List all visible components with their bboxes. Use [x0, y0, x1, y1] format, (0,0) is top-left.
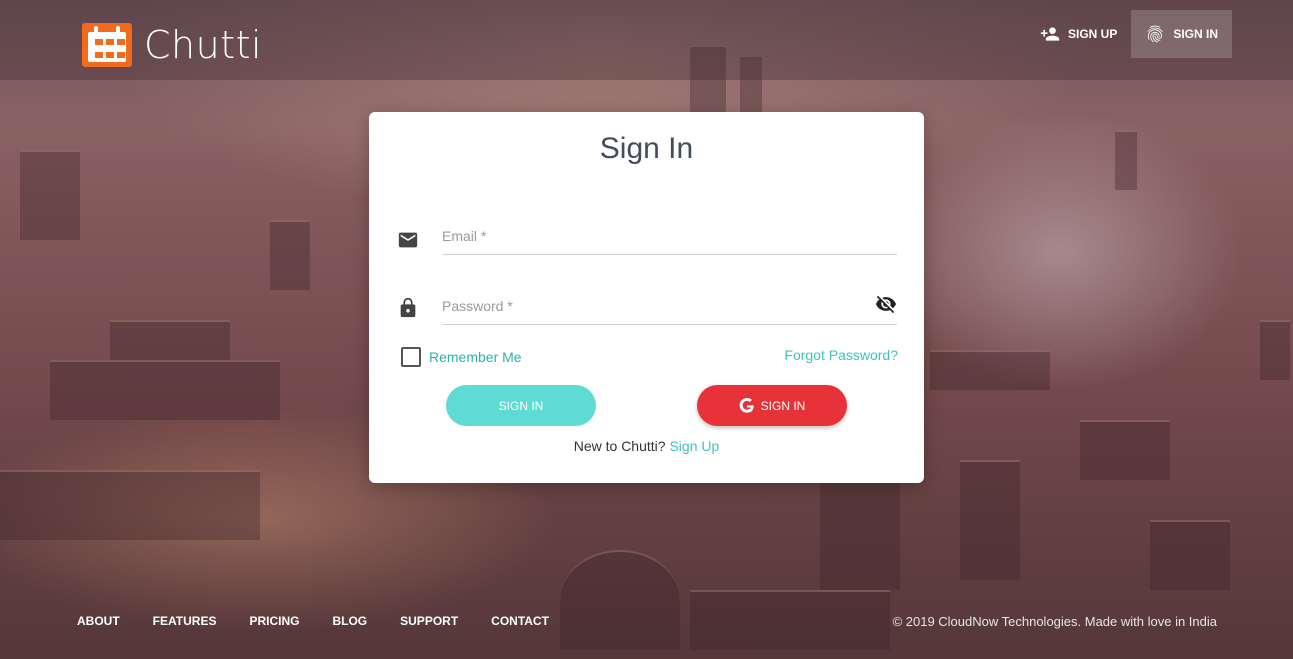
google-icon: [739, 397, 754, 413]
eye-off-icon[interactable]: [875, 293, 897, 315]
page-title: Sign In: [599, 132, 694, 165]
footer-link-about[interactable]: ABOUT: [77, 614, 120, 628]
checkbox-box[interactable]: [401, 347, 421, 367]
remember-me-checkbox[interactable]: Remember Me: [401, 347, 522, 367]
signin-button-label: SIGN IN: [498, 398, 544, 413]
remember-me-label: Remember Me: [429, 349, 522, 365]
signin-card: Sign In Remember Me Forgot Password? SIG…: [369, 112, 924, 483]
email-row: [397, 217, 897, 267]
top-navbar: Chutti SIGN UP SIGN IN: [0, 0, 1293, 80]
calendar-icon: [82, 23, 132, 67]
mail-icon: [397, 229, 419, 251]
brand-name: Chutti: [144, 23, 263, 67]
signin-nav-label: SIGN IN: [1173, 27, 1218, 41]
person-add-icon: [1040, 27, 1060, 41]
new-user-text: New to Chutti?: [573, 438, 666, 454]
fingerprint-icon: [1147, 25, 1163, 43]
header-actions: SIGN UP SIGN IN: [1026, 10, 1232, 58]
footer-link-pricing[interactable]: PRICING: [249, 614, 299, 628]
email-field[interactable]: [442, 217, 897, 255]
footer-link-blog[interactable]: BLOG: [332, 614, 367, 628]
footer-link-contact[interactable]: CONTACT: [491, 614, 549, 628]
google-signin-button[interactable]: SIGN IN: [697, 385, 847, 426]
brand-logo[interactable]: Chutti: [82, 23, 262, 67]
copyright-text: © 2019 CloudNow Technologies. Made with …: [892, 614, 1217, 629]
signup-link[interactable]: Sign Up: [669, 438, 719, 454]
signup-nav-button[interactable]: SIGN UP: [1026, 10, 1131, 58]
signin-nav-button[interactable]: SIGN IN: [1131, 10, 1232, 58]
password-row: [397, 287, 897, 337]
footer-link-support[interactable]: SUPPORT: [400, 614, 458, 628]
signin-button[interactable]: SIGN IN: [446, 385, 596, 426]
footer-nav: ABOUT FEATURES PRICING BLOG SUPPORT CONT…: [77, 614, 582, 628]
password-field[interactable]: [442, 287, 897, 325]
footer-link-features[interactable]: FEATURES: [153, 614, 217, 628]
signup-nav-label: SIGN UP: [1067, 27, 1118, 41]
footer: ABOUT FEATURES PRICING BLOG SUPPORT CONT…: [0, 599, 1293, 659]
signup-prompt: New to Chutti? Sign Up: [369, 438, 924, 454]
forgot-password-link[interactable]: Forgot Password?: [784, 347, 898, 363]
google-button-label: SIGN IN: [760, 398, 806, 413]
lock-icon: [397, 297, 419, 319]
